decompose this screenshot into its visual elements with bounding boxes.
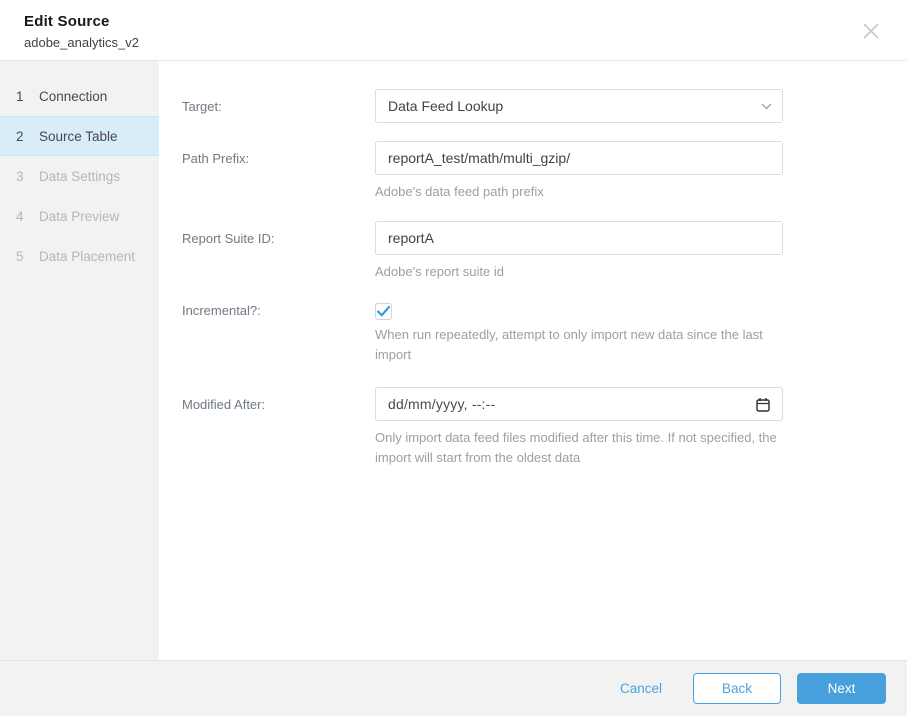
close-button[interactable]	[860, 20, 882, 42]
step-label: Connection	[39, 89, 107, 104]
path-prefix-label: Path Prefix:	[182, 141, 375, 202]
target-select[interactable]: Data Feed Lookup	[375, 89, 783, 123]
wizard-step-list: 1 Connection 2 Source Table 3 Data Setti…	[0, 61, 159, 660]
modified-after-help: Only import data feed files modified aft…	[375, 428, 783, 468]
calendar-icon[interactable]	[756, 397, 770, 412]
modified-after-label: Modified After:	[182, 387, 375, 468]
step-number: 1	[16, 89, 39, 104]
incremental-label: Incremental?:	[182, 303, 375, 365]
field-row-target: Target: Data Feed Lookup	[182, 89, 907, 123]
step-item-connection[interactable]: 1 Connection	[0, 76, 159, 116]
step-label: Data Placement	[39, 249, 135, 264]
datetime-placeholder: dd/mm/yyyy, --:--	[388, 396, 495, 412]
path-prefix-help: Adobe's data feed path prefix	[375, 182, 783, 202]
field-row-path-prefix: Path Prefix: Adobe's data feed path pref…	[182, 141, 907, 202]
modal-footer: Cancel Back Next	[0, 660, 907, 716]
step-item-source-table[interactable]: 2 Source Table	[0, 116, 159, 156]
modal-header: Edit Source adobe_analytics_v2	[0, 0, 907, 61]
step-label: Source Table	[39, 129, 118, 144]
page-title: Edit Source	[24, 13, 883, 30]
close-icon	[861, 21, 881, 41]
source-table-form: Target: Data Feed Lookup Path Prefix: Ad…	[159, 61, 907, 660]
edit-source-modal: Edit Source adobe_analytics_v2 1 Connect…	[0, 0, 907, 716]
path-prefix-input[interactable]	[375, 141, 783, 175]
field-row-incremental: Incremental?: When run repeatedly, attem…	[182, 303, 907, 365]
next-button[interactable]: Next	[797, 673, 886, 704]
chevron-down-icon	[761, 103, 772, 110]
incremental-checkbox[interactable]	[375, 303, 392, 320]
step-number: 5	[16, 249, 39, 264]
field-row-modified-after: Modified After: dd/mm/yyyy, --:-- Only i…	[182, 387, 907, 468]
incremental-help: When run repeatedly, attempt to only imp…	[375, 325, 783, 365]
back-button[interactable]: Back	[693, 673, 781, 704]
modal-subtitle: adobe_analytics_v2	[24, 35, 883, 50]
report-suite-id-label: Report Suite ID:	[182, 221, 375, 282]
modified-after-input[interactable]: dd/mm/yyyy, --:--	[375, 387, 783, 421]
step-number: 3	[16, 169, 39, 184]
checkmark-icon	[377, 306, 390, 317]
step-label: Data Settings	[39, 169, 120, 184]
report-suite-id-help: Adobe's report suite id	[375, 262, 783, 282]
cancel-button[interactable]: Cancel	[620, 681, 662, 696]
step-label: Data Preview	[39, 209, 119, 224]
target-select-value: Data Feed Lookup	[388, 98, 503, 114]
step-number: 4	[16, 209, 39, 224]
report-suite-id-input[interactable]	[375, 221, 783, 255]
step-number: 2	[16, 129, 39, 144]
step-item-data-settings: 3 Data Settings	[0, 156, 159, 196]
field-row-report-suite-id: Report Suite ID: Adobe's report suite id	[182, 221, 907, 282]
step-item-data-preview: 4 Data Preview	[0, 196, 159, 236]
target-label: Target:	[182, 89, 375, 123]
step-item-data-placement: 5 Data Placement	[0, 236, 159, 276]
